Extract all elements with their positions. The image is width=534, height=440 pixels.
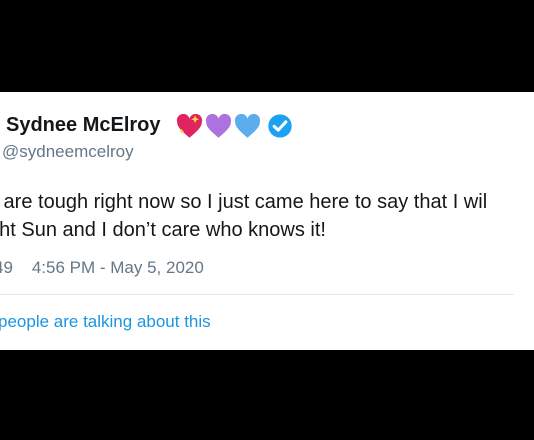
user-handle[interactable]: @sydneemcelroy bbox=[2, 142, 134, 162]
people-talking-link[interactable]: people are talking about this bbox=[0, 312, 211, 332]
tweet-timestamp[interactable]: 4:56 PM - May 5, 2020 bbox=[32, 258, 204, 277]
tweet-text-line-2: ght Sun and I don’t care who knows it! bbox=[0, 219, 326, 241]
tweet-text: s are tough right now so I just came her… bbox=[0, 188, 487, 244]
like-count[interactable]: 49 bbox=[0, 258, 13, 277]
blue-heart-icon bbox=[234, 114, 261, 138]
purple-heart-icon bbox=[205, 114, 232, 138]
tweet-card: Sydnee McElroy @sydneemcelroy s are toug… bbox=[0, 92, 534, 350]
sparkling-heart-icon bbox=[176, 114, 203, 138]
name-emoji-group bbox=[176, 114, 261, 139]
verified-badge-icon bbox=[268, 114, 292, 138]
divider bbox=[0, 294, 514, 295]
tweet-text-line-1: s are tough right now so I just came her… bbox=[0, 191, 488, 213]
display-name[interactable]: Sydnee McElroy bbox=[6, 114, 161, 137]
tweet-meta: 49 4:56 PM - May 5, 2020 bbox=[0, 258, 204, 278]
